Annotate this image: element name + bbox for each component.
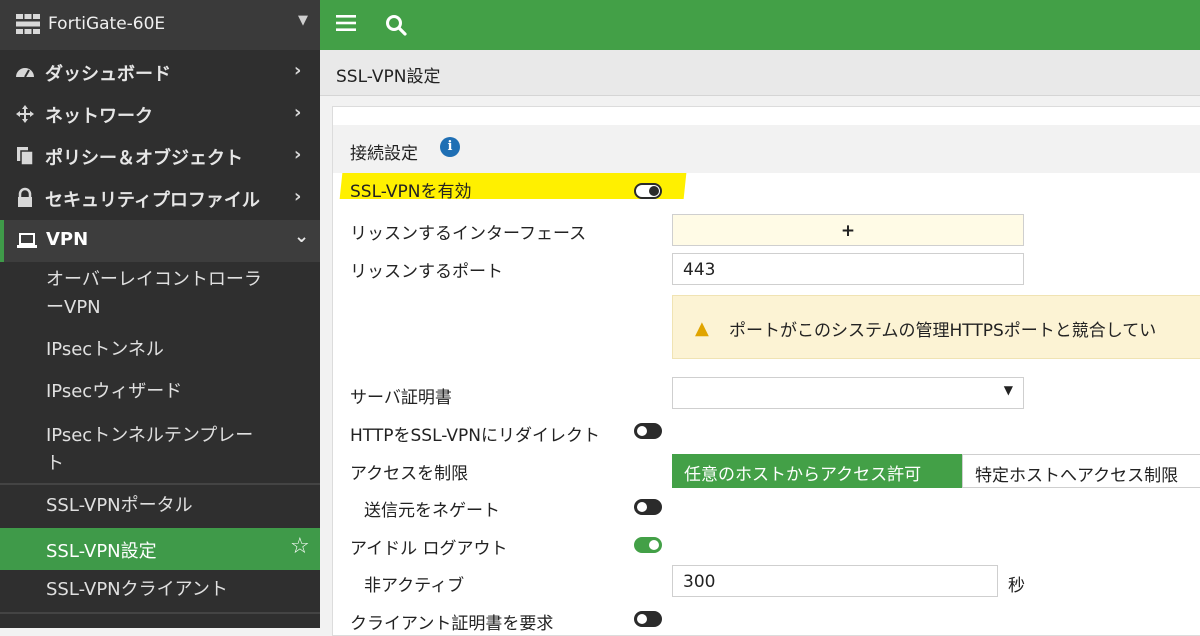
- http-redirect-toggle[interactable]: [634, 423, 662, 439]
- chevron-right-icon: ›: [294, 186, 302, 207]
- sidebar-item-label: ポリシー＆オブジェクト: [45, 148, 243, 169]
- chevron-down-icon: ⌄: [294, 226, 310, 247]
- sidebar-item-security-profiles[interactable]: セキュリティプロファイル ›: [0, 178, 320, 220]
- star-icon[interactable]: ☆: [290, 534, 310, 559]
- settings-panel: 接続設定 i SSL-VPNを有効 リッスンするインターフェース + リッスンす…: [332, 106, 1200, 636]
- page-title-bar: SSL-VPN設定: [320, 50, 1200, 96]
- sidebar-subitem-label: SSL-VPNポータル: [46, 495, 193, 516]
- laptop-icon: [17, 233, 37, 248]
- sidebar-subitem-overlay-controller-vpn[interactable]: オーバーレイコントローラ ーVPN: [0, 266, 320, 322]
- listen-interface-label: リッスンするインターフェース: [350, 224, 587, 244]
- network-icon: [16, 105, 34, 123]
- inactive-label: 非アクティブ: [364, 576, 465, 596]
- warning-text: ポートがこのシステムの管理HTTPSポートと競合してい: [729, 321, 1157, 341]
- page-title: SSL-VPN設定: [336, 67, 441, 87]
- search-icon[interactable]: [384, 13, 408, 37]
- access-option-any-host[interactable]: 任意のホストからアクセス許可: [672, 454, 962, 488]
- idle-logout-toggle[interactable]: [634, 537, 662, 553]
- chevron-right-icon: ›: [294, 102, 302, 123]
- sidebar-subitem-label-2: ト: [46, 453, 64, 474]
- server-cert-label: サーバ証明書: [350, 388, 452, 408]
- sidebar-subitem-ssl-vpn-portals[interactable]: SSL-VPNポータル: [0, 492, 320, 522]
- restrict-access-label: アクセスを制限: [350, 464, 469, 484]
- enable-ssl-vpn-label: SSL-VPNを有効: [350, 182, 472, 202]
- listen-interface-add-button[interactable]: +: [672, 214, 1024, 246]
- sidebar-subitem-ipsec-tunnels[interactable]: IPsecトンネル: [0, 336, 320, 366]
- sidebar-subitem-label: SSL-VPN設定: [46, 541, 157, 562]
- listen-port-input[interactable]: 443: [672, 253, 1024, 285]
- idle-logout-label: アイドル ログアウト: [350, 539, 508, 559]
- client-cert-label: クライアント証明書を要求: [350, 614, 554, 634]
- sidebar-divider: [0, 612, 320, 614]
- lock-icon: [18, 187, 32, 207]
- device-selector[interactable]: FortiGate-60E ▼: [0, 0, 320, 50]
- sidebar-item-label: ネットワーク: [45, 106, 153, 127]
- fortigate-logo-icon: [16, 14, 40, 34]
- http-redirect-label: HTTPをSSL-VPNにリダイレクト: [350, 426, 600, 446]
- caret-down-icon: ▼: [1003, 383, 1013, 397]
- sidebar-subitem-ssl-vpn-settings[interactable]: SSL-VPN設定 ☆: [0, 528, 320, 570]
- access-option-specific-host[interactable]: 特定ホストへアクセス制限: [962, 454, 1200, 488]
- sidebar-subitem-label: IPsecトンネルテンプレー: [46, 425, 254, 446]
- section-title: 接続設定: [350, 144, 418, 164]
- sidebar-subitem-ssl-vpn-clients[interactable]: SSL-VPNクライアント: [0, 576, 320, 606]
- info-icon[interactable]: i: [440, 137, 460, 157]
- sidebar-item-policy[interactable]: ポリシー＆オブジェクト ›: [0, 136, 320, 178]
- section-header: 接続設定 i: [333, 125, 1200, 173]
- sidebar-item-vpn[interactable]: VPN ⌄: [0, 220, 320, 262]
- policy-icon: [17, 147, 34, 166]
- sidebar-subitem-ipsec-tunnel-template[interactable]: IPsecトンネルテンプレー ト: [0, 422, 320, 478]
- inactive-seconds-input[interactable]: 300: [672, 565, 998, 597]
- sidebar-subitem-label-2: ーVPN: [46, 297, 101, 318]
- negate-source-toggle[interactable]: [634, 499, 662, 515]
- sidebar-item-dashboard[interactable]: ダッシュボード ›: [0, 52, 320, 94]
- sidebar-item-label: セキュリティプロファイル: [45, 190, 260, 211]
- sidebar-item-label: ダッシュボード: [45, 64, 171, 85]
- sidebar-subitem-label: IPsecトンネル: [46, 339, 164, 360]
- sidebar-item-network[interactable]: ネットワーク ›: [0, 94, 320, 136]
- sidebar: FortiGate-60E ▼ ダッシュボード › ネットワーク › ポリシー＆…: [0, 0, 320, 628]
- warning-icon: ▲: [695, 318, 709, 339]
- sidebar-subitem-label: SSL-VPNクライアント: [46, 579, 228, 600]
- device-name: FortiGate-60E: [48, 14, 166, 34]
- negate-source-label: 送信元をネゲート: [364, 501, 500, 521]
- server-cert-select[interactable]: ▼: [672, 377, 1024, 409]
- chevron-right-icon: ›: [294, 60, 302, 81]
- port-conflict-warning: ▲ ポートがこのシステムの管理HTTPSポートと競合してい: [672, 295, 1200, 359]
- sidebar-item-label: VPN: [46, 229, 89, 250]
- inactive-unit: 秒: [1008, 576, 1025, 596]
- chevron-down-icon[interactable]: ▼: [298, 13, 308, 28]
- sidebar-subitem-ipsec-wizard[interactable]: IPsecウィザード: [0, 378, 320, 408]
- chevron-right-icon: ›: [294, 144, 302, 165]
- sidebar-subitem-label: オーバーレイコントローラ: [46, 269, 262, 290]
- top-bar: [320, 0, 1200, 50]
- enable-ssl-vpn-toggle[interactable]: [634, 183, 662, 199]
- sidebar-subitem-label: IPsecウィザード: [46, 381, 183, 402]
- listen-port-label: リッスンするポート: [350, 262, 503, 282]
- client-cert-toggle[interactable]: [634, 611, 662, 627]
- dashboard-icon: [16, 68, 34, 78]
- hamburger-menu-icon[interactable]: [336, 13, 358, 33]
- sidebar-divider: [0, 483, 320, 485]
